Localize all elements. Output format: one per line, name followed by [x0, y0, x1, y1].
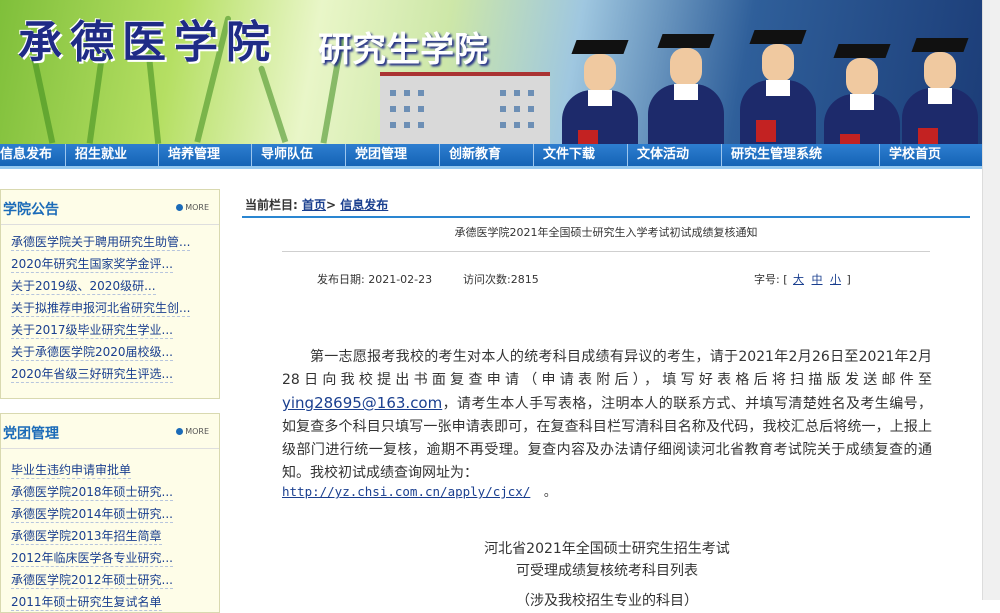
- graduate-figure: [898, 32, 982, 144]
- nav-item-supervisors[interactable]: 导师队伍: [252, 144, 346, 166]
- graduate-figure: [644, 28, 728, 144]
- nav-item-culture[interactable]: 文体活动: [628, 144, 722, 166]
- font-size-label: 字号:: [754, 273, 780, 286]
- breadcrumb-section-link[interactable]: 信息发布: [340, 198, 388, 212]
- nav-item-downloads[interactable]: 文件下载: [534, 144, 628, 166]
- party-item[interactable]: 毕业生违约申请审批单: [1, 459, 219, 481]
- font-size-large-link[interactable]: 大: [793, 273, 804, 286]
- party-item[interactable]: 承德医学院2018年硕士研究...: [1, 481, 219, 503]
- table-heading-line1: 河北省2021年全国硕士研究生招生考试: [484, 541, 730, 557]
- grass-decoration: [257, 65, 289, 143]
- font-size-bracket-open: [: [783, 273, 788, 286]
- nav-item-admission[interactable]: 招生就业: [66, 144, 159, 166]
- notice-item[interactable]: 关于2017级毕业研究生学业...: [1, 319, 219, 341]
- notice-list: 承德医学院关于聘用研究生助管... 2020年研究生国家奖学金评... 关于20…: [1, 225, 219, 385]
- header-banner: 承德医学院 研究生学院: [0, 0, 982, 144]
- publish-date: 发布日期: 2021-02-23: [317, 271, 432, 287]
- breadcrumb-divider: [242, 216, 970, 218]
- nav-item-grad-system[interactable]: 研究生管理系统: [722, 144, 880, 166]
- font-size-small-link[interactable]: 小: [830, 273, 841, 286]
- font-size-bracket-close: ]: [846, 273, 851, 286]
- party-item[interactable]: 承德医学院2014年硕士研究...: [1, 503, 219, 525]
- notice-item[interactable]: 承德医学院关于聘用研究生助管...: [1, 231, 219, 253]
- campus-building-image: [380, 72, 550, 144]
- font-size-medium-link[interactable]: 中: [812, 273, 823, 286]
- breadcrumb-label: 当前栏目:: [245, 198, 298, 212]
- notice-item[interactable]: 2020年省级三好研究生评选...: [1, 363, 219, 385]
- nav-underline: [0, 166, 982, 169]
- graduate-figure: [558, 34, 642, 144]
- notice-more-link[interactable]: MORE: [176, 203, 209, 212]
- breadcrumb-home-link[interactable]: 首页: [302, 198, 326, 212]
- nav-item-training[interactable]: 培养管理: [159, 144, 252, 166]
- sidebar-party-box: 党团管理 MORE 毕业生违约申请审批单 承德医学院2018年硕士研究... 承…: [0, 413, 220, 613]
- graduate-figure: [820, 38, 904, 144]
- nav-item-news[interactable]: 信息发布: [0, 144, 66, 166]
- article-title-divider: [282, 251, 930, 252]
- notice-item[interactable]: 2020年研究生国家奖学金评...: [1, 253, 219, 275]
- article-paragraph-part1: 第一志愿报考我校的考生对本人的统考科目成绩有异议的考生，请于2021年2月26日…: [282, 349, 932, 388]
- sidebar-notice-box: 学院公告 MORE 承德医学院关于聘用研究生助管... 2020年研究生国家奖学…: [0, 189, 220, 399]
- party-item[interactable]: 承德医学院2013年招生简章: [1, 525, 219, 547]
- party-item[interactable]: 2012年临床医学各专业研究...: [1, 547, 219, 569]
- party-list: 毕业生违约申请审批单 承德医学院2018年硕士研究... 承德医学院2014年硕…: [1, 449, 219, 613]
- notice-item[interactable]: 关于承德医学院2020届校级...: [1, 341, 219, 363]
- article-title: 承德医学院2021年全国硕士研究生入学考试初试成绩复核通知: [454, 226, 758, 239]
- table-heading-line3: （涉及我校招生专业的科目）: [516, 593, 698, 609]
- vertical-scrollbar[interactable]: [982, 0, 1000, 600]
- article-body: 第一志愿报考我校的考生对本人的统考科目成绩有异议的考生，请于2021年2月26日…: [282, 346, 932, 485]
- sidebar-notice-title: 学院公告: [3, 202, 59, 218]
- nav-item-innovation[interactable]: 创新教育: [440, 144, 534, 166]
- party-item[interactable]: 2011年硕士研究生复试名单: [1, 591, 219, 613]
- breadcrumb-separator: >: [326, 198, 337, 212]
- notice-item[interactable]: 关于拟推荐申报河北省研究生创...: [1, 297, 219, 319]
- nav-item-party[interactable]: 党团管理: [346, 144, 440, 166]
- school-subtitle: 研究生学院: [318, 30, 488, 70]
- font-size-control: 字号: [ 大 中 小 ]: [754, 271, 851, 287]
- graduates-photo: [548, 0, 982, 144]
- score-query-link[interactable]: http://yz.chsi.com.cn/apply/cjcx/: [282, 484, 530, 499]
- main-nav: 信息发布 招生就业 培养管理 导师队伍 党团管理 创新教育 文件下载 文体活动 …: [0, 144, 982, 166]
- notice-item[interactable]: 关于2019级、2020级研...: [1, 275, 219, 297]
- sidebar-party-title: 党团管理: [3, 426, 59, 442]
- breadcrumb: 当前栏目: 首页> 信息发布: [245, 196, 388, 213]
- table-heading-line2: 可受理成绩复核统考科目列表: [516, 563, 698, 579]
- party-more-link[interactable]: MORE: [176, 427, 209, 436]
- query-url-line: http://yz.chsi.com.cn/apply/cjcx/ 。: [282, 481, 556, 500]
- graduate-figure: [736, 24, 820, 144]
- publish-date-value: 2021-02-23: [368, 273, 433, 286]
- visit-count-value: 2815: [510, 273, 539, 286]
- visit-count-label: 访问次数:: [463, 273, 511, 286]
- sidebar-party-header: 党团管理 MORE: [1, 414, 219, 449]
- party-item[interactable]: 承德医学院2012年硕士研究...: [1, 569, 219, 591]
- sidebar-notice-header: 学院公告 MORE: [1, 190, 219, 225]
- nav-item-school-home[interactable]: 学校首页: [880, 144, 982, 166]
- publish-date-label: 发布日期:: [317, 273, 365, 286]
- visit-count: 访问次数:2815: [463, 271, 539, 287]
- email-link[interactable]: ying28695@163.com: [282, 394, 442, 412]
- url-suffix: 。: [543, 484, 557, 499]
- school-logo-title: 承德医学院: [18, 17, 278, 68]
